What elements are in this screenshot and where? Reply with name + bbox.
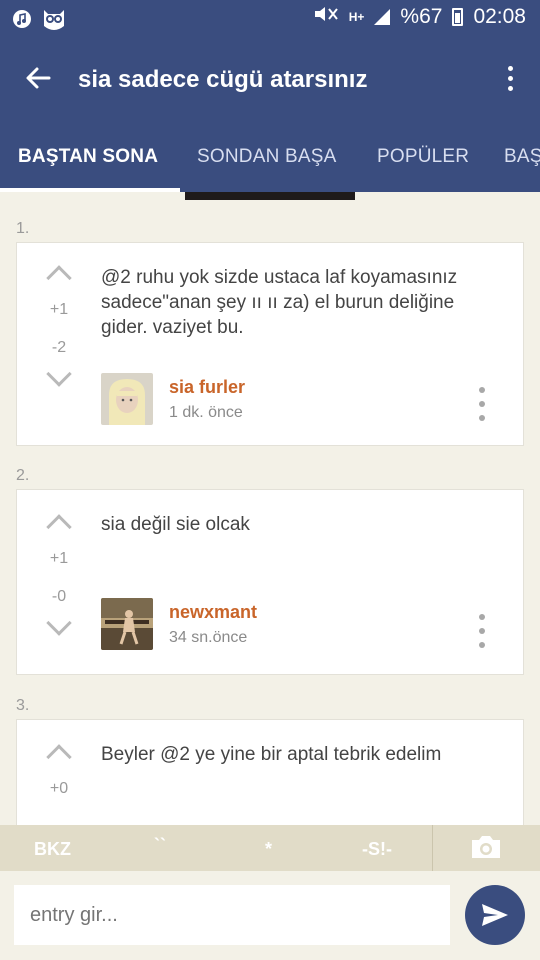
mute-icon [313, 4, 339, 29]
battery-icon [452, 7, 464, 26]
avatar[interactable] [101, 373, 153, 425]
tab-sondan-basa[interactable]: SONDAN BAŞA [197, 146, 336, 168]
bkz-button[interactable]: BKZ [34, 839, 71, 860]
upvote-count: +1 [49, 550, 69, 567]
entry-card: +0 Beyler @2 ye yine bir aptal tebrik ed… [16, 719, 524, 839]
arrow-left-icon [26, 67, 51, 89]
entry-input[interactable] [14, 885, 450, 945]
downvote-icon[interactable] [46, 361, 72, 387]
entry-text: Beyler @2 ye yine bir aptal tebrik edeli… [101, 744, 442, 765]
divider [432, 825, 433, 871]
downvote-icon[interactable] [46, 610, 72, 636]
entry-author[interactable]: newxmant 34 sn.önce [101, 598, 257, 650]
avatar[interactable] [101, 598, 153, 650]
compose-area [0, 871, 540, 960]
status-bar: H+ %67 02:08 [0, 0, 540, 36]
author-name[interactable]: sia furler [169, 377, 245, 398]
send-button[interactable] [465, 885, 525, 945]
upvote-count: +0 [49, 780, 69, 797]
sort-tabs: BAŞTAN SONA SONDAN BAŞA POPÜLER BAŞ [0, 122, 540, 192]
upvote-icon[interactable] [46, 265, 72, 291]
entry-text: sia değil sie olcak [101, 514, 250, 535]
tab-populer[interactable]: POPÜLER [377, 146, 469, 168]
entry-number: 3. [16, 697, 30, 714]
back-button[interactable] [18, 58, 58, 98]
downvote-count: -0 [51, 588, 67, 605]
entry-author[interactable]: sia furler 1 dk. önce [101, 373, 245, 425]
battery-percent: %67 [400, 4, 443, 28]
entry-text: @2 ruhu yok sizde ustaca laf koyamasınız… [101, 267, 458, 338]
music-note-icon [12, 9, 32, 34]
entry-time: 1 dk. önce [169, 403, 243, 421]
active-tab-indicator [0, 188, 180, 192]
entry-number: 1. [16, 220, 30, 237]
network-type-label: H+ [348, 9, 365, 24]
vote-column: +1 -0 [39, 514, 79, 636]
overflow-menu-button[interactable] [498, 60, 522, 96]
camera-icon[interactable] [470, 834, 502, 860]
entry-card: +1 -0 sia değil sie olcak newxmant 34 sn… [16, 489, 524, 675]
owl-icon [42, 6, 66, 37]
author-name[interactable]: newxmant [169, 602, 257, 623]
spoiler-button[interactable]: -S!- [362, 839, 392, 860]
signal-icon [374, 8, 391, 25]
upvote-icon[interactable] [46, 744, 72, 770]
header-image-peek [185, 192, 355, 200]
upvote-icon[interactable] [46, 514, 72, 540]
backtick-button[interactable]: `` [154, 835, 166, 856]
downvote-count: -2 [51, 339, 67, 356]
page-title: sia sadece cügü atarsınız [78, 66, 368, 93]
vote-column: +1 -2 [39, 265, 79, 387]
tab-bas[interactable]: BAŞ [504, 146, 540, 168]
entry-time: 34 sn.önce [169, 628, 248, 646]
vote-column: +0 [39, 744, 79, 798]
entry-card: +1 -2 @2 ruhu yok sizde ustaca laf koyam… [16, 242, 524, 446]
asterisk-button[interactable]: * [265, 839, 272, 860]
entry-more-button[interactable] [477, 387, 487, 421]
entry-more-button[interactable] [477, 614, 487, 648]
tab-bastan-sona[interactable]: BAŞTAN SONA [18, 146, 158, 168]
clock: 02:08 [473, 4, 526, 28]
app-toolbar: sia sadece cügü atarsınız [0, 36, 540, 122]
send-icon [482, 904, 508, 926]
format-toolbar: BKZ `` * -S!- [0, 825, 540, 871]
upvote-count: +1 [49, 301, 69, 318]
entry-number: 2. [16, 467, 30, 484]
